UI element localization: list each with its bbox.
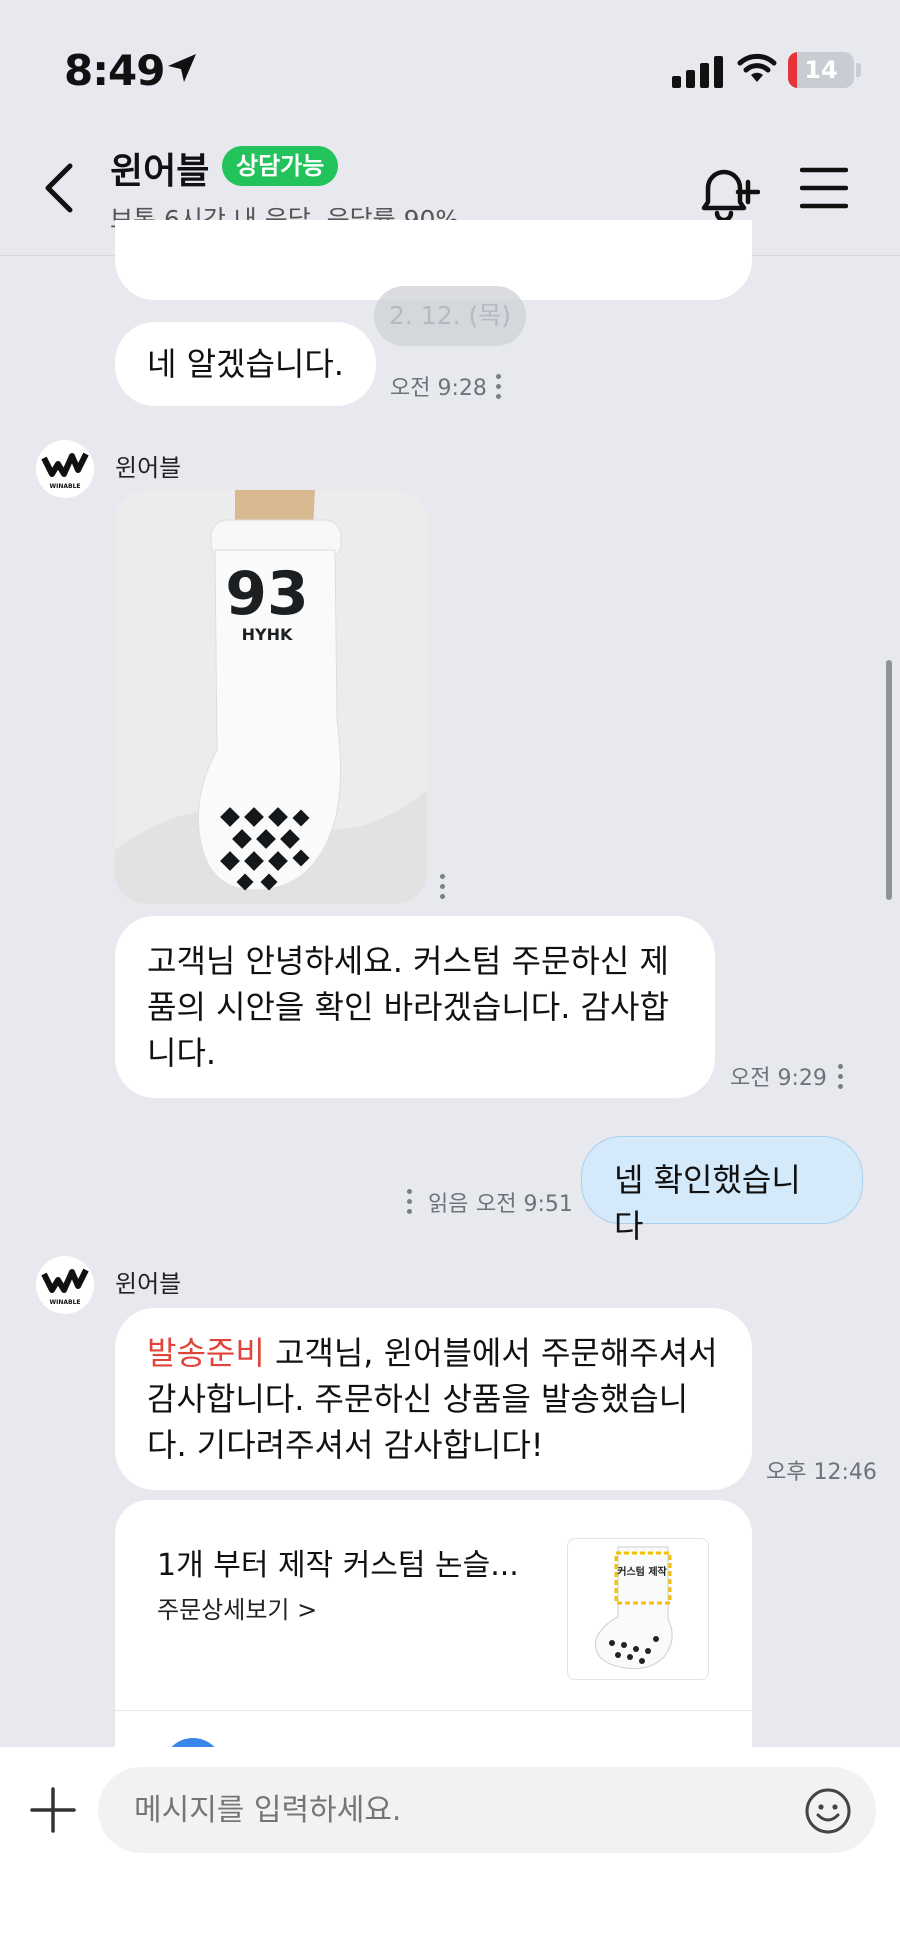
message-text: 넵 확인했습니다 xyxy=(614,1161,801,1245)
avatar: WINABLE xyxy=(36,440,94,498)
read-status: 읽음 xyxy=(428,1192,469,1217)
sender-name: 윈어블 xyxy=(115,1270,182,1298)
back-chevron-icon[interactable] xyxy=(38,160,82,216)
product-thumbnail: 커스텀 제작 xyxy=(567,1538,709,1680)
date-divider: 2. 12. (목) xyxy=(374,286,526,346)
menu-icon[interactable] xyxy=(800,164,848,212)
message-bubble: 고객님 안녕하세요. 커스텀 주문하신 제품의 시안을 확인 바라겠습니다. 감… xyxy=(115,916,715,1098)
bell-plus-icon[interactable] xyxy=(696,162,760,222)
more-options-icon[interactable] xyxy=(838,1064,844,1090)
message-bubble: 네 알겠습니다. xyxy=(115,322,376,406)
more-options-icon[interactable] xyxy=(496,374,502,400)
signal-icon xyxy=(672,56,723,88)
outgoing-message-bubble: 넵 확인했습니다 xyxy=(581,1136,863,1245)
message-text: 네 알겠습니다. xyxy=(147,345,344,383)
order-card[interactable]: 1개 부터 제작 커스텀 논슬... 주문상세보기 > 커스텀 제작 xyxy=(115,1500,752,1760)
svg-text:WINABLE: WINABLE xyxy=(49,1299,80,1306)
plus-icon[interactable] xyxy=(30,1787,76,1833)
message-bubble: 발송준비 고객님, 윈어블에서 주문해주셔서 감사합니다. 주문하신 상품을 발… xyxy=(115,1308,752,1490)
avatar: WINABLE xyxy=(36,1256,94,1314)
order-detail-link[interactable]: 주문상세보기 > xyxy=(157,1590,317,1625)
wifi-icon xyxy=(737,53,777,82)
scrollbar[interactable] xyxy=(886,660,892,900)
message-time: 오전 9:29 xyxy=(730,1066,827,1091)
svg-text:커스텀 제작: 커스텀 제작 xyxy=(617,1565,667,1578)
battery-tip xyxy=(856,63,861,77)
status-badge: 상담가능 xyxy=(222,146,339,186)
more-options-icon[interactable] xyxy=(407,1189,413,1215)
sender-name: 윈어블 xyxy=(115,454,182,482)
shipping-status-label: 발송준비 xyxy=(147,1334,265,1372)
battery-level: 14 xyxy=(804,56,838,84)
message-text: 고객님 안녕하세요. 커스텀 주문하신 제품의 시안을 확인 바라겠습니다. 감… xyxy=(147,942,669,1072)
status-time: 8:49 xyxy=(64,46,165,95)
message-time: 오후 12:46 xyxy=(766,1460,877,1485)
battery-icon: 14 xyxy=(788,52,854,88)
svg-text:93: 93 xyxy=(225,559,309,629)
message-time: 오전 9:51 xyxy=(476,1192,573,1217)
sock-design-image[interactable]: 93 HYHK xyxy=(115,490,427,904)
more-options-icon[interactable] xyxy=(440,874,446,900)
location-arrow-icon xyxy=(168,54,196,82)
svg-text:HYHK: HYHK xyxy=(242,625,293,644)
status-bar: 8:49 14 xyxy=(0,0,900,120)
message-input[interactable] xyxy=(98,1767,876,1853)
emoji-icon[interactable] xyxy=(804,1787,852,1835)
message-time: 오전 9:28 xyxy=(390,376,487,401)
svg-text:WINABLE: WINABLE xyxy=(49,483,80,490)
card-divider xyxy=(115,1710,752,1711)
order-title: 1개 부터 제작 커스텀 논슬... xyxy=(157,1548,519,1583)
chat-title: 윈어블 xyxy=(110,151,210,192)
message-composer xyxy=(0,1747,900,1949)
